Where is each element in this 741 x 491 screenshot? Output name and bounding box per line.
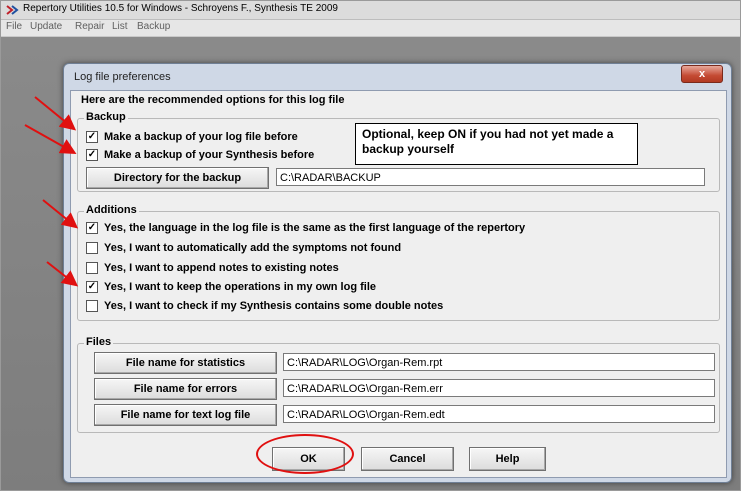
ok-highlight-circle xyxy=(256,434,354,474)
app-window: Repertory Utilities 10.5 for Windows - S… xyxy=(0,0,741,491)
arrow-backup-synthesis xyxy=(24,124,77,154)
arrow-language xyxy=(42,199,79,229)
arrow-backup-log xyxy=(34,96,77,131)
annotation-arrows xyxy=(24,96,79,287)
arrow-operations xyxy=(46,261,79,287)
